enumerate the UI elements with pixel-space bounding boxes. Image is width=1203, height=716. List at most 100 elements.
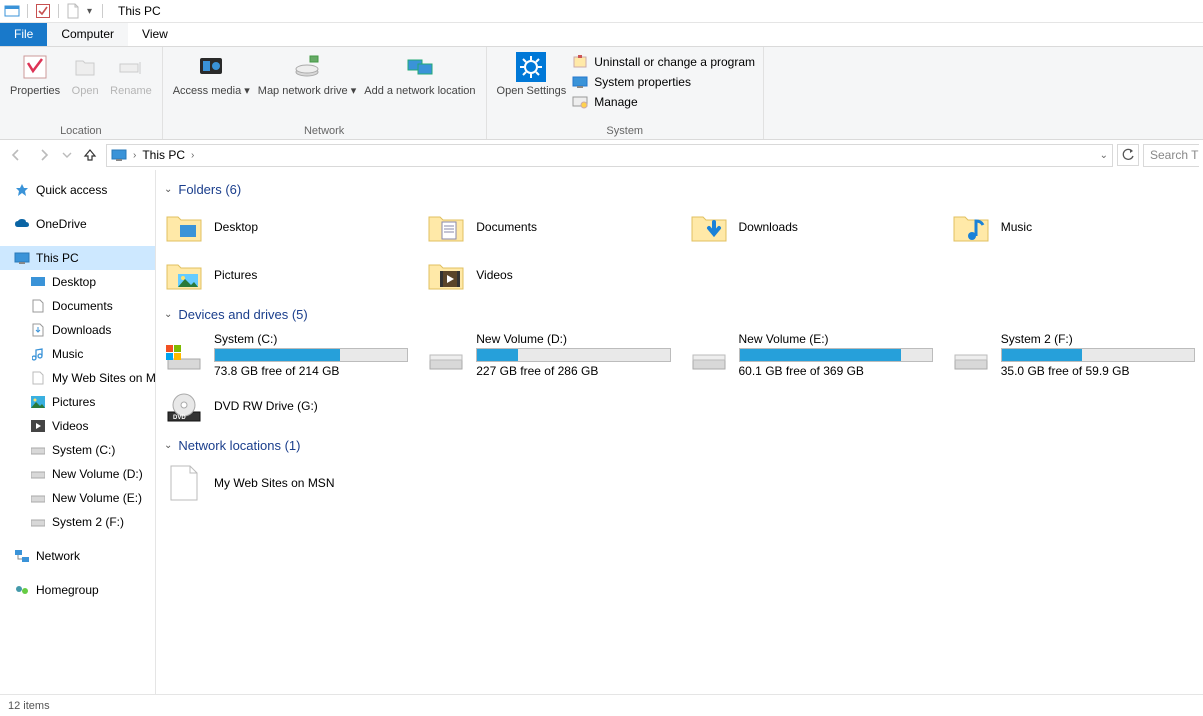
map-drive-icon — [291, 51, 323, 83]
drive-dvd-g[interactable]: DVD DVD RW Drive (G:) — [160, 384, 412, 428]
navigation-bar: › This PC › ⌄ Search This PC — [0, 140, 1203, 170]
music-icon — [30, 346, 46, 362]
tab-view[interactable]: View — [128, 23, 182, 46]
divider — [27, 4, 28, 18]
drive-icon — [689, 335, 729, 375]
cloud-icon — [14, 216, 30, 232]
nav-pictures[interactable]: Pictures — [0, 390, 155, 414]
back-button[interactable] — [4, 143, 28, 167]
drive-icon — [30, 514, 46, 530]
chevron-right-icon[interactable]: › — [133, 150, 136, 161]
section-header-netloc[interactable]: ⌄Network locations (1) — [164, 438, 1199, 453]
downloads-icon — [30, 322, 46, 338]
recent-locations-button[interactable] — [60, 143, 74, 167]
folder-icon — [426, 207, 466, 247]
drive-icon — [30, 490, 46, 506]
nav-downloads[interactable]: Downloads — [0, 318, 155, 342]
breadcrumb-item[interactable]: This PC — [142, 148, 185, 162]
nav-this-pc[interactable]: This PC — [0, 246, 155, 270]
qat-dropdown-icon[interactable]: ▾ — [84, 6, 95, 17]
ribbon: Properties Open Rename Location — [0, 47, 1203, 140]
nav-onedrive[interactable]: OneDrive — [0, 212, 155, 236]
nav-documents[interactable]: Documents — [0, 294, 155, 318]
nav-quick-access[interactable]: Quick access — [0, 178, 155, 202]
refresh-button[interactable] — [1117, 144, 1139, 166]
folder-downloads[interactable]: Downloads — [685, 205, 937, 249]
drive-system2-f[interactable]: System 2 (F:) 35.0 GB free of 59.9 GB — [947, 330, 1199, 380]
homegroup-icon — [14, 582, 30, 598]
status-item-count: 12 items — [8, 700, 50, 712]
open-settings-button[interactable]: Open Settings — [493, 49, 571, 100]
folder-pictures[interactable]: Pictures — [160, 253, 412, 297]
ribbon-group-label: Network — [169, 123, 480, 139]
up-button[interactable] — [78, 143, 102, 167]
usage-bar — [214, 348, 408, 362]
drive-system-c[interactable]: System (C:) 73.8 GB free of 214 GB — [160, 330, 412, 380]
chevron-right-icon[interactable]: › — [191, 150, 194, 161]
chevron-down-icon[interactable]: ⌄ — [1100, 150, 1108, 161]
nav-desktop[interactable]: Desktop — [0, 270, 155, 294]
pc-icon — [14, 250, 30, 266]
forward-button[interactable] — [32, 143, 56, 167]
access-media-button[interactable]: Access media ▾ — [169, 49, 254, 100]
section-header-drives[interactable]: ⌄Devices and drives (5) — [164, 307, 1199, 322]
system-properties-button[interactable]: System properties — [570, 73, 757, 91]
documents-icon — [30, 298, 46, 314]
nav-my-web-sites[interactable]: My Web Sites on MSN — [0, 366, 155, 390]
window-title: This PC — [110, 4, 161, 18]
usage-bar — [739, 348, 933, 362]
properties-icon — [19, 51, 51, 83]
desktop-icon — [30, 274, 46, 290]
folder-icon — [164, 255, 204, 295]
netloc-msn[interactable]: My Web Sites on MSN — [160, 461, 412, 505]
svg-text:DVD: DVD — [173, 415, 186, 421]
add-network-location-button[interactable]: Add a network location — [360, 49, 479, 100]
folder-music[interactable]: Music — [947, 205, 1199, 249]
pictures-icon — [30, 394, 46, 410]
nav-videos[interactable]: Videos — [0, 414, 155, 438]
nav-network[interactable]: Network — [0, 544, 155, 568]
properties-button[interactable]: Properties — [6, 49, 64, 100]
nav-homegroup[interactable]: Homegroup — [0, 578, 155, 602]
nav-music[interactable]: Music — [0, 342, 155, 366]
nav-new-volume-e[interactable]: New Volume (E:) — [0, 486, 155, 510]
videos-icon — [30, 418, 46, 434]
tab-file[interactable]: File — [0, 23, 47, 46]
nav-system-c[interactable]: System (C:) — [0, 438, 155, 462]
tab-computer[interactable]: Computer — [47, 23, 128, 46]
usage-bar — [476, 348, 670, 362]
open-icon — [69, 51, 101, 83]
file-icon — [66, 3, 80, 19]
ribbon-group-network: Access media ▾ Map network drive ▾ Add a… — [163, 47, 487, 139]
settings-icon — [515, 51, 547, 83]
app-icon — [4, 3, 20, 19]
title-bar: ▾ This PC — [0, 0, 1203, 23]
address-bar[interactable]: › This PC › ⌄ — [106, 144, 1113, 167]
media-icon — [195, 51, 227, 83]
section-header-folders[interactable]: ⌄Folders (6) — [164, 182, 1199, 197]
folder-documents[interactable]: Documents — [422, 205, 674, 249]
folder-videos[interactable]: Videos — [422, 253, 674, 297]
this-pc-icon — [111, 147, 127, 163]
divider — [102, 4, 103, 18]
rename-button: Rename — [106, 49, 156, 100]
nav-new-volume-d[interactable]: New Volume (D:) — [0, 462, 155, 486]
qat-checkbox-icon[interactable] — [35, 3, 51, 19]
file-icon — [30, 370, 46, 386]
ribbon-group-label: System — [493, 123, 757, 139]
folder-desktop[interactable]: Desktop — [160, 205, 412, 249]
uninstall-program-button[interactable]: Uninstall or change a program — [570, 53, 757, 71]
nav-system2-f[interactable]: System 2 (F:) — [0, 510, 155, 534]
add-location-icon — [404, 51, 436, 83]
folder-icon — [164, 207, 204, 247]
manage-button[interactable]: Manage — [570, 93, 757, 111]
search-input[interactable]: Search This PC — [1143, 144, 1199, 167]
drive-new-volume-e[interactable]: New Volume (E:) 60.1 GB free of 369 GB — [685, 330, 937, 380]
chevron-down-icon: ⌄ — [164, 440, 172, 451]
rename-icon — [115, 51, 147, 83]
drive-icon — [951, 335, 991, 375]
map-network-drive-button[interactable]: Map network drive ▾ — [254, 49, 360, 100]
uninstall-icon — [572, 54, 588, 70]
folder-icon — [951, 207, 991, 247]
drive-new-volume-d[interactable]: New Volume (D:) 227 GB free of 286 GB — [422, 330, 674, 380]
